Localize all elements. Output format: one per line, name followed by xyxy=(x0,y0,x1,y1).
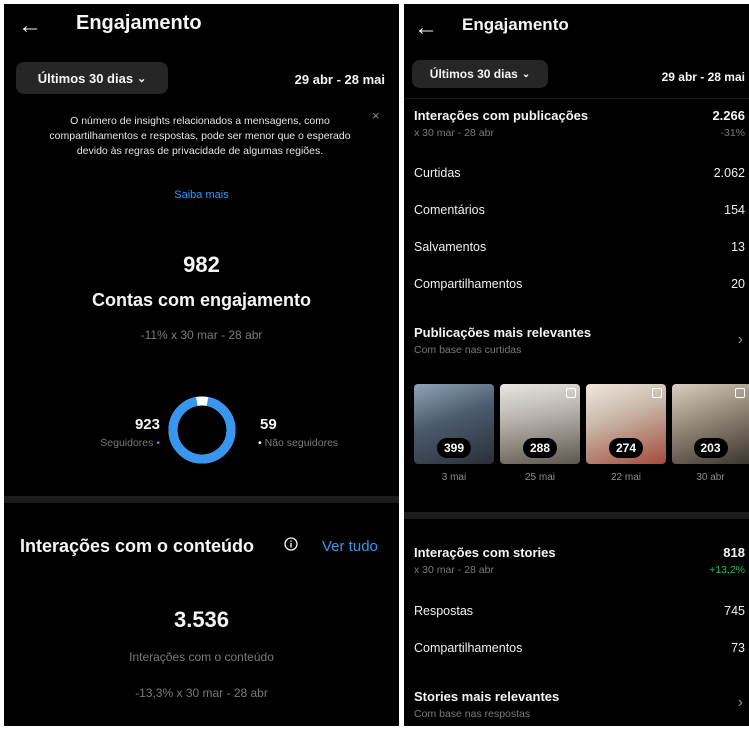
followers-donut-chart xyxy=(168,396,236,464)
comments-label: Comentários xyxy=(414,203,485,217)
post-thumbnail[interactable]: 288 xyxy=(500,384,580,464)
section-divider xyxy=(404,512,749,519)
close-icon[interactable]: × xyxy=(372,108,380,123)
learn-more-link[interactable]: Saiba mais xyxy=(4,189,399,201)
post-date: 25 mai xyxy=(524,472,555,483)
date-range: 29 abr - 28 mai xyxy=(294,72,385,87)
multi-image-icon xyxy=(735,388,745,398)
top-stories-subtitle: Com base nas respostas xyxy=(414,708,531,720)
content-interactions-label: Interações com o conteúdo xyxy=(129,650,274,664)
accounts-engaged-value: 982 xyxy=(183,252,220,277)
shares-value: 20 xyxy=(731,277,745,291)
followers-value: 923 xyxy=(134,416,160,433)
likes-label: Curtidas xyxy=(414,166,461,180)
chevron-right-icon[interactable]: › xyxy=(738,331,743,349)
chevron-down-icon: ⌄ xyxy=(137,72,147,85)
see-all-link[interactable]: Ver tudo xyxy=(322,538,378,555)
multi-image-icon xyxy=(652,388,662,398)
header-divider xyxy=(404,98,749,99)
period-dropdown[interactable]: Últimos 30 dias ⌄ xyxy=(16,62,168,94)
story-shares-label: Compartilhamentos xyxy=(414,641,523,655)
post-date: 3 mai xyxy=(441,472,467,483)
followers-label: Seguidores xyxy=(100,437,154,449)
content-comparison: -13,3% x 30 mar - 28 abr xyxy=(135,686,268,700)
multi-image-icon xyxy=(566,388,576,398)
accounts-comparison: -11% x 30 mar - 28 abr xyxy=(140,328,263,342)
story-interactions-change: +13,2% xyxy=(709,564,745,576)
story-interactions-title: Interações com stories xyxy=(414,545,556,560)
right-screen: ← Engajamento Últimos 30 dias ⌄ 29 abr -… xyxy=(404,4,749,726)
privacy-notice-text: O número de insights relacionados a mens… xyxy=(49,115,351,157)
followers-ring xyxy=(168,396,236,464)
nonfollowers-legend: • Não seguidores xyxy=(258,437,338,449)
back-arrow-icon[interactable]: ← xyxy=(414,16,438,40)
post-interactions-subtitle: x 30 mar - 28 abr xyxy=(414,127,494,139)
saves-value: 13 xyxy=(731,240,745,254)
comments-value: 154 xyxy=(724,203,745,217)
likes-value: 2.062 xyxy=(713,166,745,180)
post-count: 274 xyxy=(608,438,644,458)
followers-dot: • xyxy=(156,437,160,449)
info-icon[interactable] xyxy=(284,537,298,556)
page-title: Engajamento xyxy=(462,15,569,34)
post-thumbnail[interactable]: 399 xyxy=(414,384,494,464)
chevron-down-icon: ⌄ xyxy=(521,68,531,80)
post-interactions-title: Interações com publicações xyxy=(414,108,589,123)
post-date: 22 mai xyxy=(610,472,641,483)
content-interactions-value: 3.536 xyxy=(173,607,230,632)
post-thumbnail[interactable]: 203 xyxy=(672,384,749,464)
top-posts-subtitle: Com base nas curtidas xyxy=(414,344,522,356)
left-screen: ← Engajamento Últimos 30 dias ⌄ 29 abr -… xyxy=(4,4,399,726)
saves-label: Salvamentos xyxy=(414,240,487,254)
followers-legend: Seguidores • xyxy=(60,437,160,449)
nonfollowers-dot: • xyxy=(258,437,262,449)
content-interactions-title: Interações com o conteúdo xyxy=(20,536,255,556)
story-interactions-subtitle: x 30 mar - 28 abr xyxy=(414,564,494,576)
shares-label: Compartilhamentos xyxy=(414,277,523,291)
replies-label: Respostas xyxy=(414,604,474,618)
top-posts-title[interactable]: Publicações mais relevantes xyxy=(414,325,591,340)
post-count: 203 xyxy=(693,438,728,458)
section-divider xyxy=(4,496,399,503)
post-count: 288 xyxy=(522,438,558,458)
story-shares-value: 73 xyxy=(731,641,745,655)
post-thumbnail[interactable]: 274 xyxy=(586,384,666,464)
page-title: Engajamento xyxy=(76,12,202,34)
period-label: Últimos 30 dias xyxy=(429,67,518,81)
back-arrow-icon[interactable]: ← xyxy=(18,14,42,38)
post-interactions-change: -31% xyxy=(720,127,745,139)
chevron-right-icon[interactable]: › xyxy=(738,694,743,712)
post-count: 399 xyxy=(436,438,472,458)
accounts-engaged-label: Contas com engajamento xyxy=(91,290,312,310)
top-stories-title[interactable]: Stories mais relevantes xyxy=(414,689,559,704)
period-dropdown[interactable]: Últimos 30 dias ⌄ xyxy=(412,60,548,88)
story-interactions-value: 818 xyxy=(723,545,745,560)
replies-value: 745 xyxy=(724,604,745,618)
post-date: 30 abr xyxy=(696,472,725,483)
nonfollowers-label: Não seguidores xyxy=(264,437,339,449)
period-label: Últimos 30 dias xyxy=(37,70,134,86)
date-range: 29 abr - 28 mai xyxy=(661,70,745,84)
post-interactions-value: 2.266 xyxy=(712,108,745,123)
nonfollowers-value: 59 xyxy=(260,416,277,433)
